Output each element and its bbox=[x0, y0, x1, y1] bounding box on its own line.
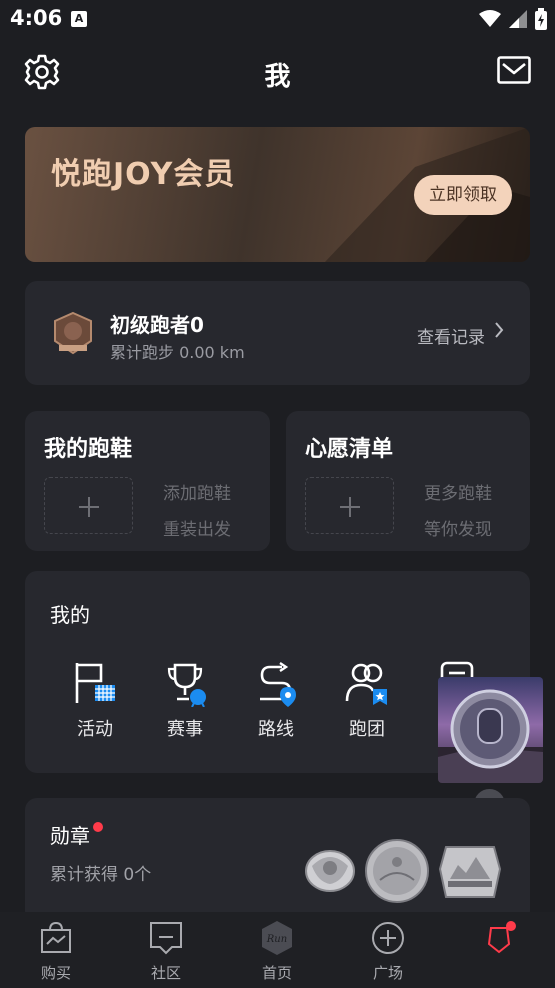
banner-title: 悦跑JOY会员 bbox=[51, 157, 236, 192]
mine-title: 我的 bbox=[50, 603, 90, 627]
status-time: 4:06 bbox=[10, 6, 63, 30]
runner-level: 初级跑者0 bbox=[110, 313, 204, 337]
my-shoes-card[interactable]: 我的跑鞋 添加跑鞋 重装出发 bbox=[25, 411, 270, 551]
group-icon bbox=[345, 663, 387, 705]
club-entry[interactable]: 跑团 bbox=[332, 659, 402, 741]
medal-preview-list bbox=[302, 838, 504, 904]
floating-medal-promo[interactable] bbox=[438, 677, 543, 783]
tab-profile[interactable] bbox=[459, 920, 539, 962]
battery-icon bbox=[535, 8, 547, 30]
tab-community[interactable]: 社区 bbox=[126, 920, 206, 983]
lion-medal-icon bbox=[305, 850, 355, 892]
runner-badge-icon bbox=[54, 311, 92, 355]
restart-text: 重装出发 bbox=[163, 520, 231, 540]
medal-promo-image bbox=[438, 689, 543, 783]
notification-icon: A bbox=[71, 11, 87, 27]
community-icon bbox=[150, 922, 182, 955]
runner-level-card[interactable]: 初级跑者0 累计跑步 0.00 km 查看记录 bbox=[25, 281, 530, 385]
signal-icon bbox=[509, 10, 527, 28]
svg-text:Run: Run bbox=[266, 934, 287, 945]
city-medal-icon bbox=[438, 846, 502, 898]
add-shoe-text: 添加跑鞋 bbox=[163, 484, 231, 504]
route-entry[interactable]: 路线 bbox=[241, 659, 311, 741]
mail-icon[interactable] bbox=[497, 56, 531, 84]
run-logo-icon: Run bbox=[262, 921, 292, 955]
medals-count: 累计获得 0个 bbox=[50, 865, 152, 885]
discover-text: 等你发现 bbox=[424, 520, 492, 540]
trophy-icon bbox=[167, 663, 206, 708]
more-shoes-text: 更多跑鞋 bbox=[424, 484, 492, 504]
profile-icon bbox=[487, 921, 516, 954]
plus-icon bbox=[340, 497, 360, 517]
race-label: 赛事 bbox=[167, 719, 203, 740]
medals-card[interactable]: 勋章 累计获得 0个 bbox=[25, 798, 530, 923]
plus-circle-icon bbox=[372, 922, 404, 954]
total-distance: 累计跑步 0.00 km bbox=[110, 343, 245, 362]
tab-square[interactable]: 广场 bbox=[348, 920, 428, 983]
shopping-bag-icon bbox=[41, 921, 71, 953]
coin-medal-icon bbox=[365, 839, 429, 903]
new-badge-dot bbox=[93, 822, 103, 832]
bottom-tab-bar: 购买 社区 Run 首页 广场 bbox=[0, 912, 555, 988]
wifi-icon bbox=[479, 10, 501, 27]
activity-entry[interactable]: 活动 bbox=[60, 659, 130, 741]
joy-membership-banner[interactable]: 悦跑JOY会员 立即领取 bbox=[25, 127, 530, 262]
add-wish-button[interactable] bbox=[305, 477, 394, 534]
race-entry[interactable]: 赛事 bbox=[150, 659, 220, 741]
club-label: 跑团 bbox=[349, 719, 385, 740]
view-history-link[interactable]: 查看记录 bbox=[417, 323, 485, 348]
flag-icon bbox=[75, 663, 115, 703]
tab-buy[interactable]: 购买 bbox=[16, 920, 96, 983]
route-label: 路线 bbox=[258, 719, 294, 740]
my-shoes-title: 我的跑鞋 bbox=[44, 437, 133, 462]
plus-icon bbox=[79, 497, 99, 517]
chevron-right-icon bbox=[495, 322, 504, 338]
tab-home-label: 首页 bbox=[261, 964, 292, 982]
activity-label: 活动 bbox=[77, 719, 113, 740]
tab-home[interactable]: Run 首页 bbox=[237, 920, 317, 983]
medals-title: 勋章 bbox=[50, 824, 90, 848]
claim-now-button[interactable]: 立即领取 bbox=[414, 175, 512, 215]
page-title: 我 bbox=[264, 62, 291, 92]
tab-square-label: 广场 bbox=[372, 964, 403, 982]
tab-community-label: 社区 bbox=[150, 964, 181, 982]
top-bar: 我 bbox=[0, 44, 555, 104]
status-icons bbox=[479, 8, 547, 30]
wishlist-card[interactable]: 心愿清单 更多跑鞋 等你发现 bbox=[286, 411, 530, 551]
tab-buy-label: 购买 bbox=[40, 964, 71, 982]
status-bar: 4:06 A bbox=[0, 0, 555, 38]
wishlist-title: 心愿清单 bbox=[305, 437, 394, 462]
add-shoe-button[interactable] bbox=[44, 477, 133, 534]
route-icon bbox=[260, 662, 296, 707]
